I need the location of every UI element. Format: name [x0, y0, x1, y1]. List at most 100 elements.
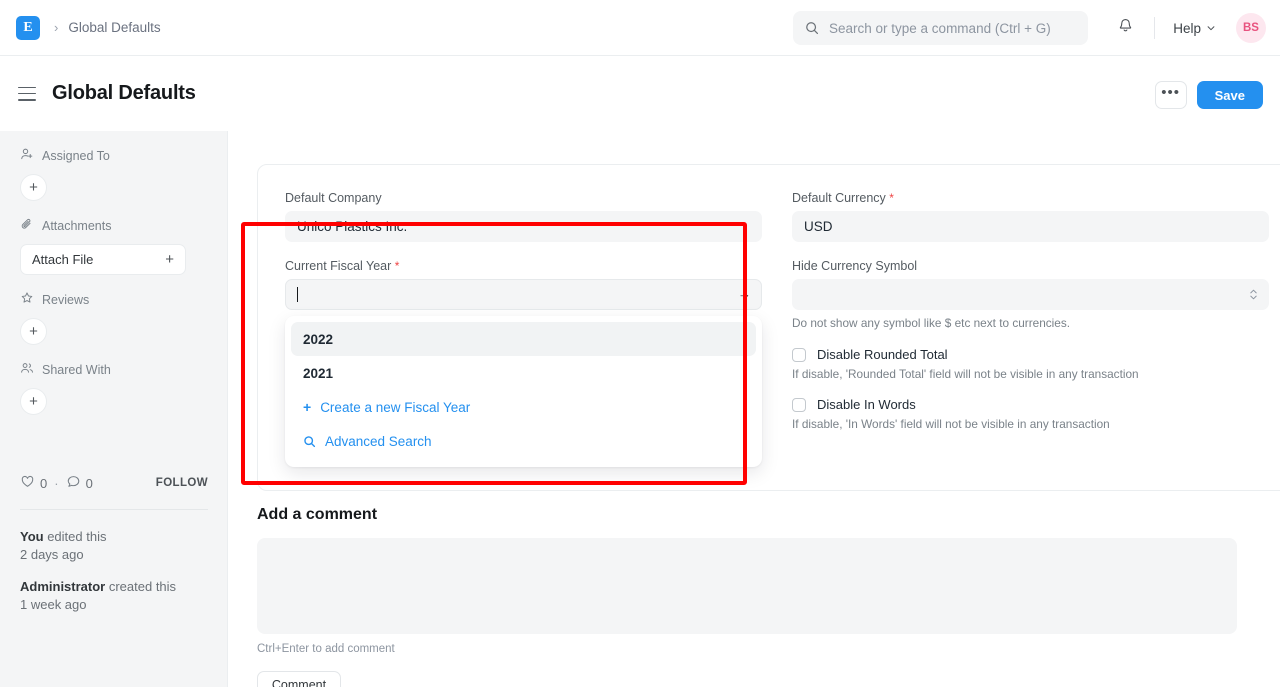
- default-currency-input[interactable]: USD: [792, 211, 1269, 242]
- field-disable-in-words: Disable In Words If disable, 'In Words' …: [792, 397, 1269, 431]
- create-new-fiscal-year-label: Create a new Fiscal Year: [320, 400, 470, 415]
- created-timestamp: 1 week ago: [20, 597, 87, 612]
- attach-file-label: Attach File: [32, 252, 93, 267]
- current-fiscal-year-label-text: Current Fiscal Year: [285, 259, 391, 273]
- edited-meta: You edited this 2 days ago: [20, 528, 208, 564]
- search-icon: [805, 21, 819, 35]
- more-actions-button[interactable]: •••: [1155, 81, 1187, 109]
- hide-currency-symbol-label: Hide Currency Symbol: [792, 259, 1269, 273]
- created-meta: Administrator created this 1 week ago: [20, 578, 208, 614]
- disable-rounded-total-label: Disable Rounded Total: [817, 347, 948, 362]
- sidebar-toggle-icon[interactable]: [18, 87, 36, 101]
- comment-bubble-icon[interactable]: [66, 474, 81, 492]
- disable-rounded-total-row[interactable]: Disable Rounded Total: [792, 347, 1269, 362]
- field-current-fiscal-year: Current Fiscal Year * → 2022 2021 +: [285, 259, 762, 310]
- disable-rounded-total-checkbox[interactable]: [792, 348, 806, 362]
- comment-section-title: Add a comment: [257, 506, 1280, 524]
- edited-by-user: You: [20, 529, 44, 544]
- current-fiscal-year-label: Current Fiscal Year *: [285, 259, 762, 273]
- default-currency-label-text: Default Currency: [792, 191, 886, 205]
- page-title: Global Defaults: [52, 82, 196, 105]
- comment-count: 0: [86, 476, 93, 491]
- add-assignment-button[interactable]: +: [20, 174, 47, 201]
- add-share-button[interactable]: +: [20, 388, 47, 415]
- users-icon: [20, 361, 34, 378]
- heart-icon[interactable]: [20, 474, 35, 492]
- breadcrumb-item-global-defaults[interactable]: Global Defaults: [68, 20, 160, 35]
- hide-currency-symbol-select[interactable]: [792, 279, 1269, 310]
- breadcrumb-separator-icon: ›: [54, 20, 58, 35]
- settings-form-card: Default Company Unico Plastics Inc. Curr…: [257, 164, 1280, 491]
- comment-hint: Ctrl+Enter to add comment: [257, 643, 1280, 655]
- hide-currency-symbol-select-wrap: [792, 279, 1269, 310]
- reviews-header: Reviews: [20, 291, 207, 308]
- comment-submit-button[interactable]: Comment: [257, 671, 341, 687]
- field-default-company: Default Company Unico Plastics Inc.: [285, 191, 762, 242]
- help-label: Help: [1173, 21, 1201, 36]
- save-button[interactable]: Save: [1197, 81, 1263, 109]
- dropdown-option-2022[interactable]: 2022: [291, 322, 756, 356]
- sidebar-section-reviews: Reviews +: [20, 291, 207, 345]
- disable-in-words-description: If disable, 'In Words' field will not be…: [792, 417, 1269, 431]
- star-icon: [20, 291, 34, 308]
- disable-in-words-checkbox[interactable]: [792, 398, 806, 412]
- top-navbar: E › Global Defaults Search or type a com…: [0, 0, 1280, 56]
- required-asterisk: *: [395, 259, 400, 273]
- help-menu-button[interactable]: Help: [1167, 15, 1222, 42]
- edited-text: edited this: [44, 529, 107, 544]
- field-default-currency: Default Currency * USD: [792, 191, 1269, 242]
- document-sidebar: Assigned To + Attachments Attach File + …: [0, 131, 228, 687]
- like-comment-row: 0 · 0 FOLLOW: [20, 474, 208, 492]
- text-cursor: [297, 287, 298, 302]
- disable-in-words-row[interactable]: Disable In Words: [792, 397, 1269, 412]
- assigned-to-header: Assigned To: [20, 147, 207, 164]
- navbar-left: E › Global Defaults: [0, 16, 161, 40]
- plus-icon: +: [303, 399, 311, 415]
- form-grid: Default Company Unico Plastics Inc. Curr…: [258, 165, 1280, 447]
- go-arrow-icon[interactable]: →: [738, 286, 751, 302]
- disable-in-words-label: Disable In Words: [817, 397, 916, 412]
- fiscal-year-combobox: → 2022 2021 + Create a new Fiscal Year: [285, 279, 762, 310]
- notifications-button[interactable]: [1108, 11, 1142, 45]
- created-by-user: Administrator: [20, 579, 105, 594]
- comment-section: Add a comment Ctrl+Enter to add comment …: [257, 506, 1280, 687]
- attachments-label: Attachments: [42, 219, 111, 233]
- plus-icon: +: [165, 251, 174, 268]
- created-text: created this: [105, 579, 176, 594]
- app-logo-icon[interactable]: E: [16, 16, 40, 40]
- like-count: 0: [40, 476, 47, 491]
- form-column-left: Default Company Unico Plastics Inc. Curr…: [285, 191, 762, 447]
- sidebar-activity-meta: 0 · 0 FOLLOW You edited this 2 days ago …: [20, 474, 208, 628]
- search-placeholder-text: Search or type a command (Ctrl + G): [829, 21, 1051, 36]
- advanced-search-action[interactable]: Advanced Search: [291, 424, 756, 458]
- default-company-label: Default Company: [285, 191, 762, 205]
- bell-icon: [1117, 17, 1134, 39]
- required-asterisk: *: [889, 191, 894, 205]
- comment-input[interactable]: [257, 538, 1237, 634]
- form-column-right: Default Currency * USD Hide Currency Sym…: [792, 191, 1269, 447]
- edited-timestamp: 2 days ago: [20, 547, 84, 562]
- avatar[interactable]: BS: [1236, 13, 1266, 43]
- fiscal-year-dropdown: 2022 2021 + Create a new Fiscal Year: [285, 316, 762, 467]
- shared-with-label: Shared With: [42, 363, 111, 377]
- meta-divider: [20, 509, 208, 510]
- dropdown-option-2021[interactable]: 2021: [291, 356, 756, 390]
- create-new-fiscal-year-action[interactable]: + Create a new Fiscal Year: [291, 390, 756, 424]
- disable-rounded-total-description: If disable, 'Rounded Total' field will n…: [792, 367, 1269, 381]
- default-currency-label: Default Currency *: [792, 191, 1269, 205]
- advanced-search-label: Advanced Search: [325, 434, 432, 449]
- main-content: Default Company Unico Plastics Inc. Curr…: [228, 131, 1280, 687]
- sidebar-section-attachments: Attachments Attach File +: [20, 217, 207, 275]
- page-header: Global Defaults: [0, 56, 1280, 131]
- attach-file-button[interactable]: Attach File +: [20, 244, 186, 275]
- fiscal-year-input[interactable]: [285, 279, 762, 310]
- follow-button[interactable]: FOLLOW: [156, 477, 208, 489]
- global-search-input[interactable]: Search or type a command (Ctrl + G): [793, 11, 1088, 45]
- default-company-input[interactable]: Unico Plastics Inc.: [285, 211, 762, 242]
- sidebar-section-shared-with: Shared With +: [20, 361, 207, 415]
- page-header-actions: ••• Save: [1155, 81, 1263, 109]
- add-review-button[interactable]: +: [20, 318, 47, 345]
- navbar-divider: [1154, 17, 1155, 39]
- hide-currency-symbol-description: Do not show any symbol like $ etc next t…: [792, 316, 1269, 330]
- field-hide-currency-symbol: Hide Currency Symbol Do not show any sym…: [792, 259, 1269, 330]
